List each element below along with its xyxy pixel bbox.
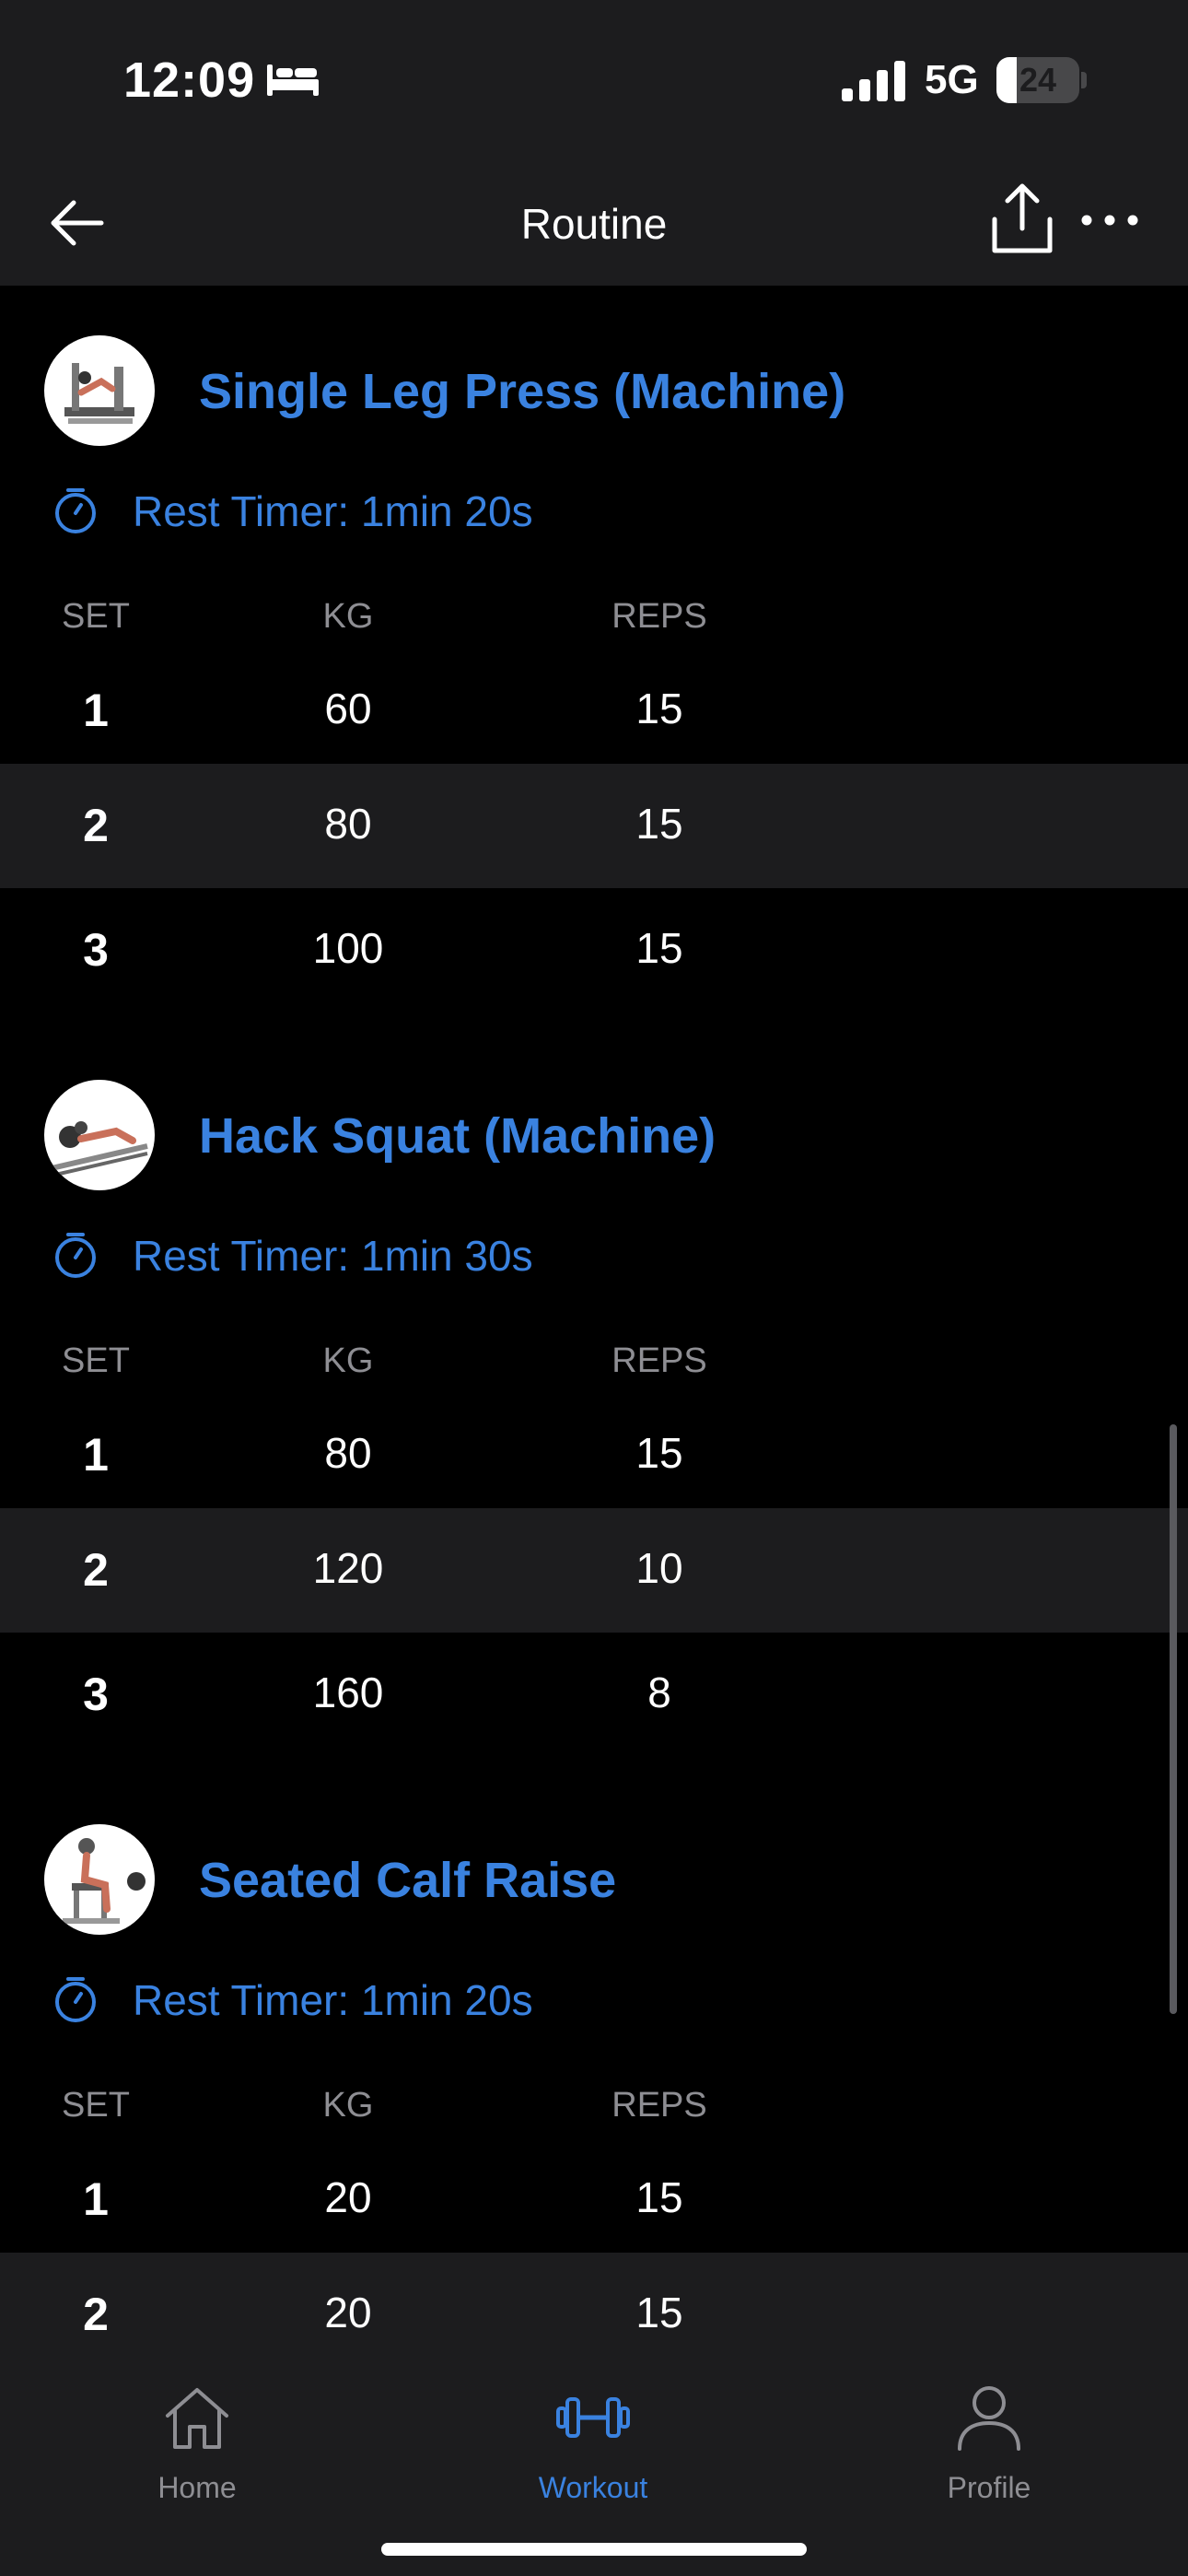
set-row: 2 120 10 (0, 1508, 1188, 1633)
home-icon (166, 2388, 228, 2449)
set-weight: 80 (324, 1429, 372, 1477)
network-type: 5G (925, 57, 979, 102)
set-reps: 10 (635, 1544, 683, 1592)
timer-icon (55, 488, 96, 533)
tab-label: Profile (947, 2471, 1031, 2504)
set-weight: 60 (324, 685, 372, 732)
set-reps: 15 (635, 924, 683, 972)
set-row: 1 60 15 (0, 649, 1188, 773)
exercise-card: Single Leg Press (Machine) Rest Timer: 1… (0, 286, 1188, 1030)
set-row: 1 80 15 (0, 1393, 1188, 1517)
exercise-header[interactable]: Seated Calf Raise (0, 1774, 1188, 1986)
rest-timer-label: Rest Timer: 1min 20s (133, 1976, 533, 2024)
column-header-set: SET (62, 2086, 130, 2125)
exercise-thumbnail[interactable] (44, 335, 155, 446)
scrollbar[interactable] (1170, 1424, 1177, 2014)
set-row: 2 80 15 (0, 764, 1188, 888)
timer-icon (55, 1233, 96, 1278)
column-header-reps: REPS (611, 2086, 707, 2125)
navigation-bar: Routine (0, 157, 1188, 286)
tab-profile[interactable]: Profile (879, 2381, 1100, 2519)
set-number: 2 (83, 800, 109, 851)
set-reps: 15 (635, 685, 683, 732)
column-header-kg: KG (322, 1341, 374, 1380)
set-number: 1 (83, 1429, 109, 1481)
home-indicator[interactable] (381, 2543, 807, 2556)
cellular-signal-icon (842, 61, 905, 101)
set-number: 3 (83, 1669, 109, 1720)
tab-label: Workout (538, 2471, 648, 2504)
set-number: 2 (83, 2289, 109, 2340)
sets-table-header: SET KG REPS (0, 590, 1188, 645)
set-reps: 15 (635, 800, 683, 848)
exercise-thumbnail[interactable] (44, 1824, 155, 1935)
column-header-kg: KG (322, 2086, 374, 2125)
more-options-icon[interactable] (1077, 197, 1142, 243)
set-row: 3 100 15 (0, 888, 1188, 1013)
column-header-set: SET (62, 1341, 130, 1380)
exercise-header[interactable]: Single Leg Press (Machine) (0, 286, 1188, 498)
column-header-reps: REPS (611, 597, 707, 636)
sets-table-header: SET KG REPS (0, 1334, 1188, 1389)
set-row: 2 20 15 (0, 2253, 1188, 2359)
set-reps: 15 (635, 2173, 683, 2221)
exercise-name[interactable]: Hack Squat (Machine) (199, 1107, 716, 1165)
set-weight: 20 (324, 2173, 372, 2221)
set-weight: 120 (312, 1544, 384, 1592)
battery-percent: 24 (1019, 61, 1057, 99)
set-row: 3 160 8 (0, 1633, 1188, 1757)
tab-home[interactable]: Home (87, 2381, 308, 2519)
exercise-header[interactable]: Hack Squat (Machine) (0, 1030, 1188, 1242)
set-weight: 160 (312, 1669, 384, 1716)
set-row: 1 20 15 (0, 2137, 1188, 2262)
status-time: 12:09 (123, 53, 256, 108)
column-header-kg: KG (322, 597, 374, 636)
rest-timer-label: Rest Timer: 1min 20s (133, 487, 533, 535)
column-header-reps: REPS (611, 1341, 707, 1380)
dumbbell-icon (556, 2397, 630, 2438)
leg-press-machine-icon (64, 363, 134, 424)
seated-calf-raise-icon (63, 1838, 146, 1924)
sets-table-header: SET KG REPS (0, 2078, 1188, 2134)
rest-timer-label: Rest Timer: 1min 30s (133, 1232, 533, 1280)
exercise-name[interactable]: Seated Calf Raise (199, 1852, 616, 1909)
timer-icon (55, 1977, 96, 2022)
person-icon (958, 2386, 1020, 2451)
sleep-focus-icon (267, 64, 319, 96)
set-reps: 15 (635, 1429, 683, 1477)
tab-label: Home (157, 2471, 237, 2504)
set-weight: 100 (312, 924, 384, 972)
set-number: 2 (83, 1544, 109, 1596)
column-header-set: SET (62, 597, 130, 636)
exercise-name[interactable]: Single Leg Press (Machine) (199, 363, 845, 420)
status-bar: 12:09 5G 24 (0, 0, 1188, 157)
exercise-card: Hack Squat (Machine) Rest Timer: 1min 30… (0, 1030, 1188, 1774)
set-number: 3 (83, 924, 109, 976)
tab-workout[interactable]: Workout (483, 2381, 704, 2519)
routine-content[interactable]: Single Leg Press (Machine) Rest Timer: 1… (0, 286, 1188, 2359)
set-weight: 20 (324, 2289, 372, 2336)
set-weight: 80 (324, 800, 372, 848)
set-number: 1 (83, 2173, 109, 2225)
hack-squat-machine-icon (51, 1121, 148, 1177)
battery-cap (1081, 72, 1087, 88)
set-number: 1 (83, 685, 109, 736)
battery-icon: 24 (996, 57, 1079, 103)
exercise-card: Seated Calf Raise Rest Timer: 1min 20s S… (0, 1774, 1188, 2359)
exercise-thumbnail[interactable] (44, 1080, 155, 1190)
set-reps: 15 (635, 2289, 683, 2336)
set-reps: 8 (647, 1669, 671, 1716)
share-icon[interactable] (987, 182, 1057, 256)
